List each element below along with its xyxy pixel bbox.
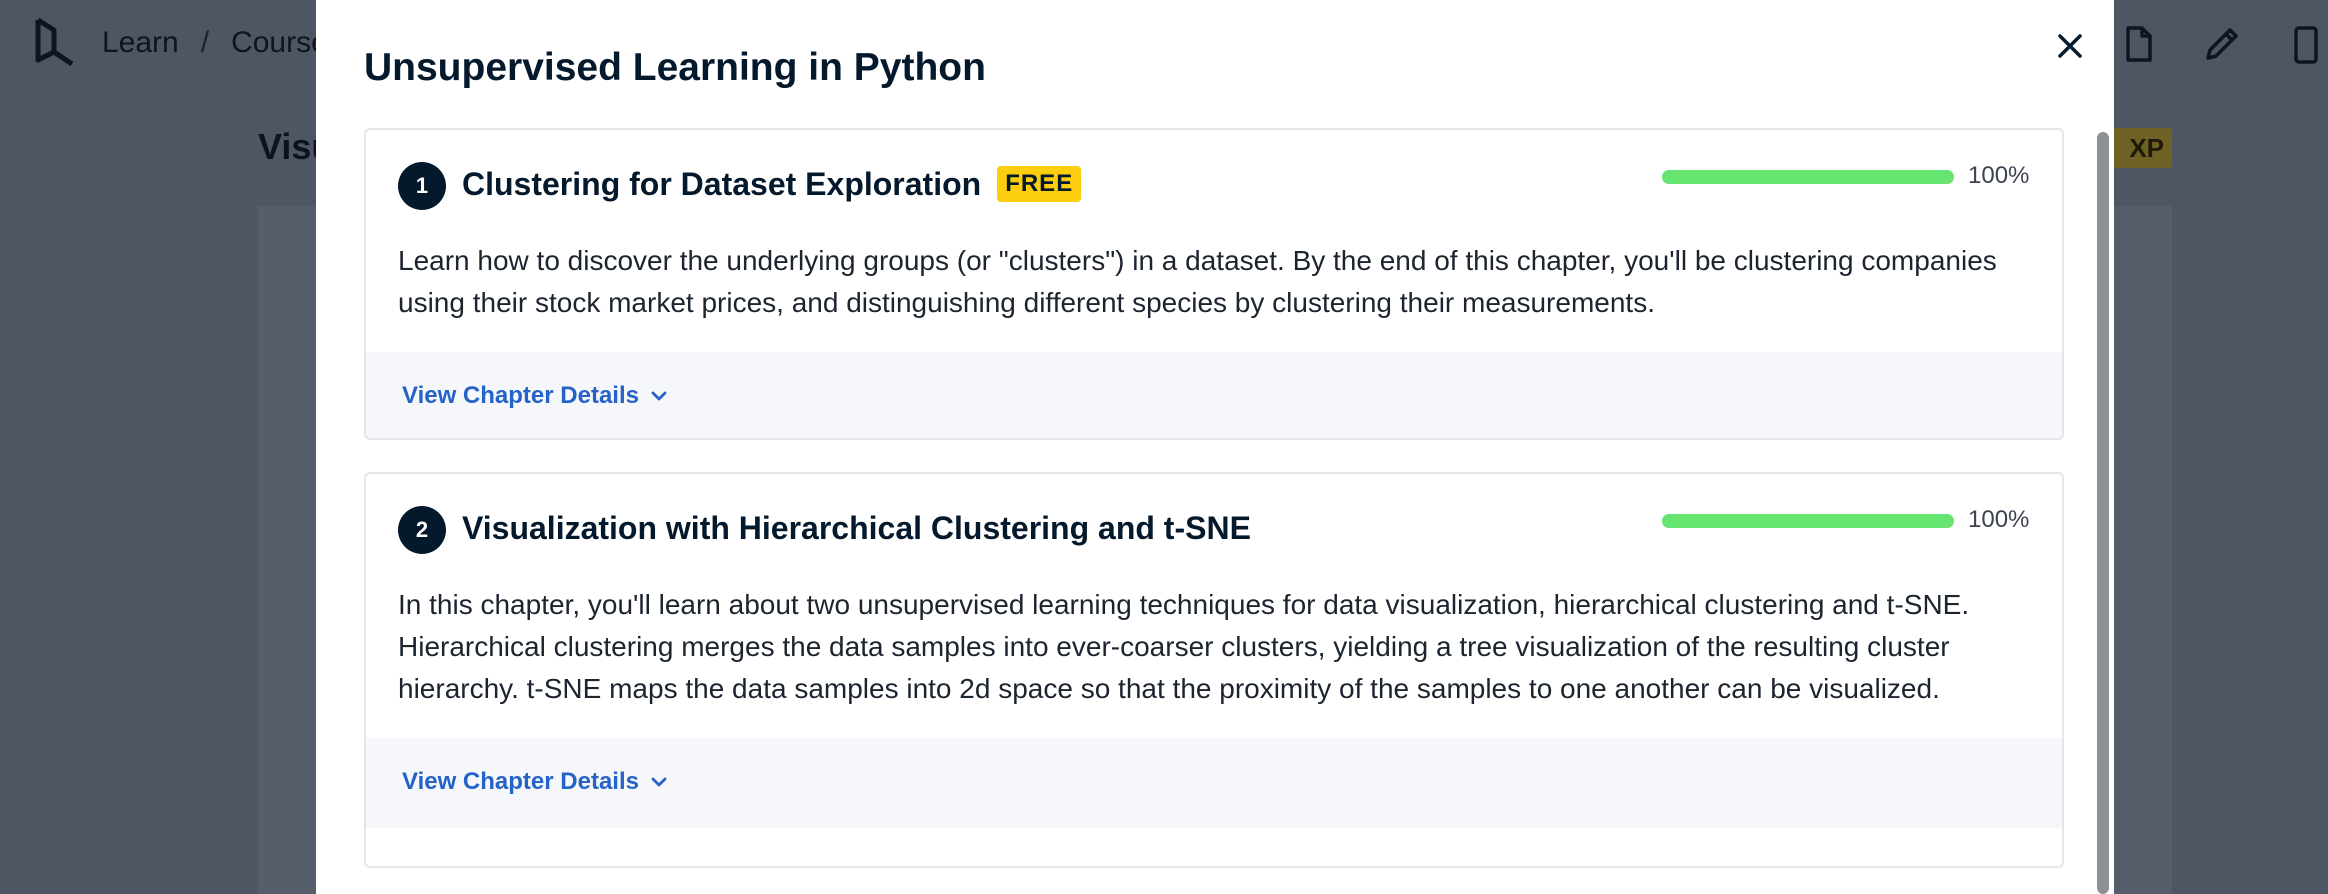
chapter-number: 2 [398,506,446,554]
chapter-title: Visualization with Hierarchical Clusteri… [462,510,1251,547]
close-icon[interactable] [2050,26,2090,66]
mobile-icon[interactable] [2284,22,2328,66]
course-outline-modal: Unsupervised Learning in Python 1 Cluste… [316,0,2114,894]
breadcrumb: Learn / Course [102,26,328,60]
document-icon[interactable] [2116,22,2160,66]
view-chapter-details-link[interactable]: View Chapter Details [402,768,669,796]
chapter-header: 2 Visualization with Hierarchical Cluste… [366,474,2062,584]
scrollbar-thumb[interactable] [2097,132,2109,894]
chapter-footer: View Chapter Details [366,352,2062,438]
chapter-title-text: Clustering for Dataset Exploration [462,166,982,202]
progress-bar [1662,170,1954,184]
chapter-title: Clustering for Dataset Exploration FREE [462,166,1082,203]
progress-percent: 100% [1968,506,2030,533]
chapter-description: Learn how to discover the underlying gro… [398,245,1997,318]
chapter-description: In this chapter, you'll learn about two … [398,589,1970,704]
chapter-footer: View Chapter Details [366,738,2062,828]
progress-bar-fill [1662,514,1954,528]
chevron-down-icon [651,391,667,401]
breadcrumb-course[interactable]: Course [231,26,328,60]
chapter-title-text: Visualization with Hierarchical Clusteri… [462,510,1251,546]
progress-bar-fill [1662,170,1954,184]
view-chapter-details-label: View Chapter Details [402,382,639,409]
progress-bar [1662,514,1954,528]
header-actions [2116,22,2328,66]
breadcrumb-learn[interactable]: Learn [102,26,179,60]
view-chapter-details-link[interactable]: View Chapter Details [402,382,669,410]
chapter-number: 1 [398,162,446,210]
chapter-card: 2 Visualization with Hierarchical Cluste… [364,472,2064,868]
chapter-card: 1 Clustering for Dataset Exploration FREE… [364,128,2064,440]
chevron-down-icon [651,777,667,787]
free-badge: FREE [997,166,1082,202]
chapter-header: 1 Clustering for Dataset Exploration FREE… [366,130,2062,240]
breadcrumb-separator: / [200,26,210,59]
datacamp-logo-icon[interactable] [32,16,80,72]
view-chapter-details-label: View Chapter Details [402,768,639,795]
modal-title: Unsupervised Learning in Python [364,46,986,89]
pencil-icon[interactable] [2200,22,2244,66]
progress-percent: 100% [1968,162,2030,189]
